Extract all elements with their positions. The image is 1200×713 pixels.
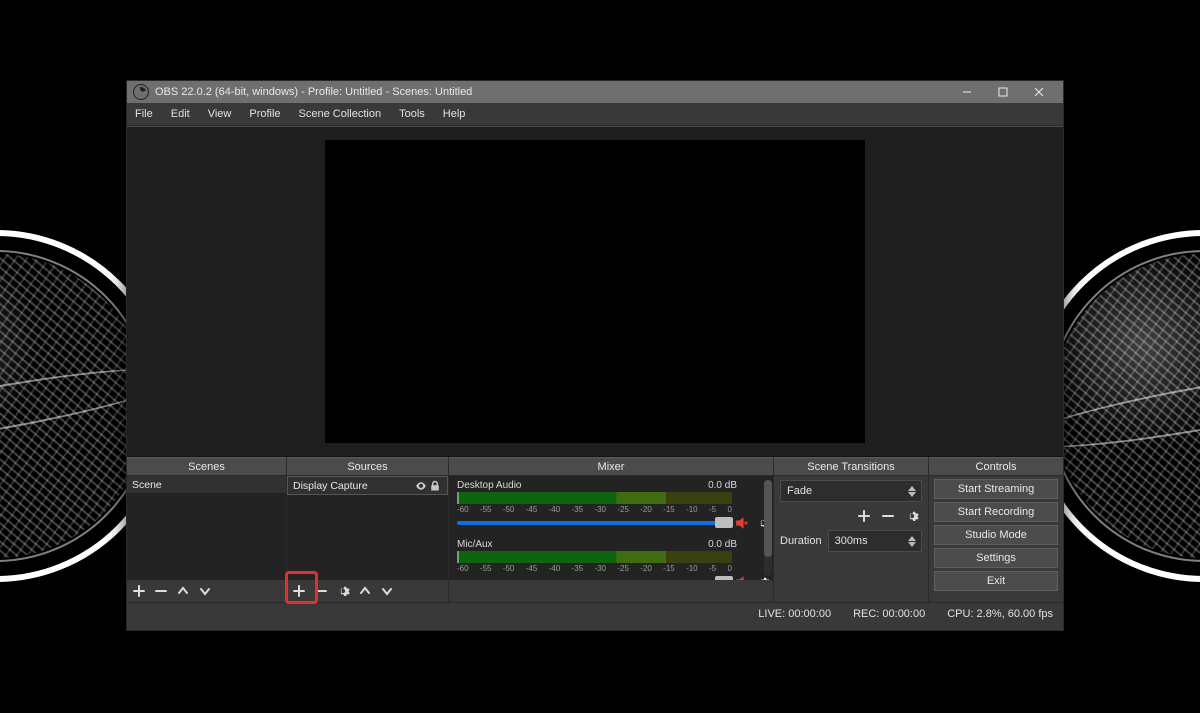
move-scene-down-button[interactable] (197, 583, 213, 599)
panels-row: Scenes Scene Sources Display Capture (127, 457, 1063, 602)
mute-icon[interactable] (734, 574, 750, 580)
lock-toggle-icon[interactable] (428, 479, 442, 493)
scene-item-label: Scene (132, 479, 162, 491)
menu-edit[interactable]: Edit (169, 106, 192, 122)
mute-icon[interactable] (734, 515, 750, 531)
studio-mode-button[interactable]: Studio Mode (934, 525, 1058, 545)
start-recording-button[interactable]: Start Recording (934, 502, 1058, 522)
close-button[interactable] (1021, 81, 1057, 103)
scene-item[interactable]: Scene (127, 476, 286, 493)
channel-db: 0.0 dB (708, 539, 771, 550)
mixer-scrollbar[interactable] (764, 480, 772, 576)
menu-help[interactable]: Help (441, 106, 468, 122)
sources-toolbar (287, 580, 448, 602)
channel-volume-slider[interactable] (457, 521, 729, 525)
transition-select[interactable]: Fade (780, 480, 922, 502)
status-cpu: CPU: 2.8%, 60.00 fps (947, 608, 1053, 620)
sources-header: Sources (287, 457, 448, 476)
add-transition-button[interactable] (856, 508, 872, 524)
maximize-button[interactable] (985, 81, 1021, 103)
channel-meter: -60-55-50-45-40-35-30-25-20-15-10-50 (457, 551, 732, 563)
mixer-panel: Mixer Desktop Audio 0.0 dB -60-55-50-45-… (448, 457, 773, 602)
scenes-panel: Scenes Scene (127, 457, 286, 602)
transitions-body: Fade Duration 300ms (774, 476, 928, 602)
duration-spinner[interactable]: 300ms (828, 530, 922, 552)
menubar: File Edit View Profile Scene Collection … (127, 103, 1063, 126)
meter-ticks: -60-55-50-45-40-35-30-25-20-15-10-50 (457, 505, 732, 514)
sources-list[interactable]: Display Capture (287, 476, 448, 580)
status-live: LIVE: 00:00:00 (758, 608, 831, 620)
mixer-footer (449, 580, 773, 602)
channel-db: 0.0 dB (708, 480, 771, 491)
updown-icon (906, 533, 918, 549)
scenes-list[interactable]: Scene (127, 476, 286, 580)
mixer-channel-mic-aux: Mic/Aux 0.0 dB -60-55-50-45-40-35-30-25-… (457, 539, 771, 580)
minimize-button[interactable] (949, 81, 985, 103)
titlebar[interactable]: OBS 22.0.2 (64-bit, windows) - Profile: … (127, 81, 1063, 103)
transitions-panel: Scene Transitions Fade Duration (773, 457, 928, 602)
visibility-toggle-icon[interactable] (414, 479, 428, 493)
obs-window: OBS 22.0.2 (64-bit, windows) - Profile: … (126, 80, 1064, 631)
move-source-down-button[interactable] (379, 583, 395, 599)
menu-view[interactable]: View (206, 106, 234, 122)
scenes-toolbar (127, 580, 286, 602)
transitions-header: Scene Transitions (774, 457, 928, 476)
source-item-label: Display Capture (293, 480, 368, 492)
move-scene-up-button[interactable] (175, 583, 191, 599)
channel-name: Mic/Aux (457, 539, 493, 550)
scenes-header: Scenes (127, 457, 286, 476)
remove-scene-button[interactable] (153, 583, 169, 599)
add-scene-button[interactable] (131, 583, 147, 599)
add-source-button[interactable] (291, 583, 307, 599)
mixer-channel-desktop-audio: Desktop Audio 0.0 dB -60-55-50-45-40-35-… (457, 480, 771, 531)
sources-panel: Sources Display Capture (286, 457, 448, 602)
settings-button[interactable]: Settings (934, 548, 1058, 568)
channel-meter: -60-55-50-45-40-35-30-25-20-15-10-50 (457, 492, 732, 504)
updown-icon (906, 483, 918, 499)
preview-canvas[interactable] (325, 140, 865, 443)
channel-name: Desktop Audio (457, 480, 522, 491)
exit-button[interactable]: Exit (934, 571, 1058, 591)
mixer-body: Desktop Audio 0.0 dB -60-55-50-45-40-35-… (449, 476, 773, 580)
preview-area (127, 126, 1063, 457)
source-item[interactable]: Display Capture (287, 476, 448, 495)
obs-app-icon (133, 84, 149, 100)
remove-transition-button[interactable] (880, 508, 896, 524)
transition-properties-button[interactable] (904, 508, 920, 524)
source-properties-button[interactable] (335, 583, 351, 599)
menu-profile[interactable]: Profile (247, 106, 282, 122)
menu-file[interactable]: File (133, 106, 155, 122)
controls-header: Controls (929, 457, 1063, 476)
controls-body: Start Streaming Start Recording Studio M… (929, 476, 1063, 602)
move-source-up-button[interactable] (357, 583, 373, 599)
menu-tools[interactable]: Tools (397, 106, 427, 122)
transition-current-label: Fade (787, 485, 812, 497)
status-bar: LIVE: 00:00:00 REC: 00:00:00 CPU: 2.8%, … (127, 602, 1063, 625)
start-streaming-button[interactable]: Start Streaming (934, 479, 1058, 499)
controls-panel: Controls Start Streaming Start Recording… (928, 457, 1063, 602)
duration-label: Duration (780, 535, 822, 547)
menu-scene-collection[interactable]: Scene Collection (297, 106, 384, 122)
remove-source-button[interactable] (313, 583, 329, 599)
window-title: OBS 22.0.2 (64-bit, windows) - Profile: … (155, 86, 949, 98)
mixer-header: Mixer (449, 457, 773, 476)
meter-ticks: -60-55-50-45-40-35-30-25-20-15-10-50 (457, 564, 732, 573)
duration-value: 300ms (835, 535, 868, 547)
status-rec: REC: 00:00:00 (853, 608, 925, 620)
